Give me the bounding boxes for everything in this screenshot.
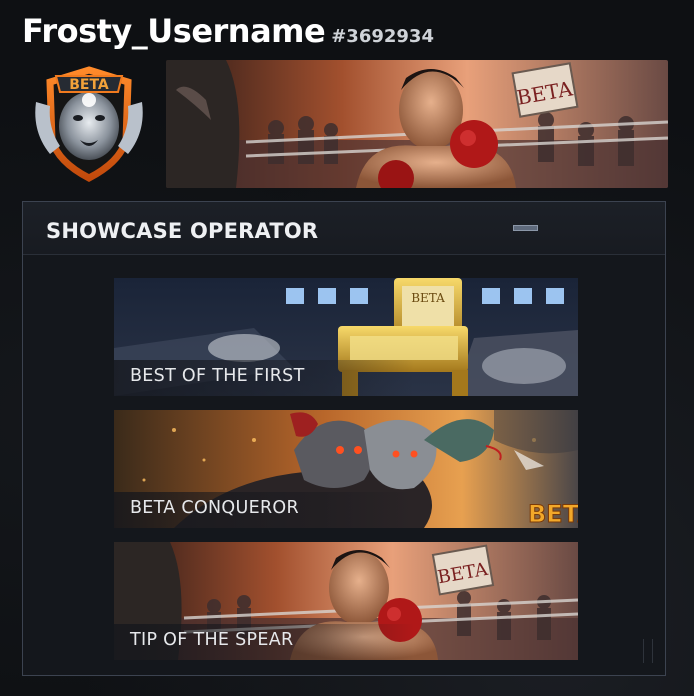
- svg-text:BETA: BETA: [69, 77, 109, 93]
- svg-text:BETA: BETA: [528, 500, 578, 528]
- boxer-banner-art: BETA: [166, 60, 668, 188]
- card-label-bg: BEST OF THE FIRST: [114, 360, 414, 396]
- showcase-card-beta-conqueror[interactable]: BETA BETA CONQUEROR: [114, 410, 578, 528]
- beta-badge: BETA: [528, 500, 579, 529]
- lion-emblem-icon: BETA: [35, 66, 143, 182]
- minimize-icon[interactable]: [513, 225, 538, 231]
- user-tag: #3692934: [331, 26, 434, 47]
- showcase-card-tip-of-the-spear[interactable]: BETA TIP OF THE SPEAR: [114, 542, 578, 660]
- card-label-bg: BETA CONQUEROR: [114, 492, 414, 528]
- player-emblem[interactable]: BETA: [30, 62, 148, 184]
- card-label: BETA CONQUEROR: [130, 498, 299, 518]
- profile-banner[interactable]: BETA: [166, 60, 668, 188]
- card-label: BEST OF THE FIRST: [130, 366, 305, 386]
- profile-header: Frosty_Username #3692934: [22, 12, 434, 50]
- panel-corner-decoration: [643, 639, 653, 663]
- showcase-panel: SHOWCASE OPERATOR BETA BEST OF THE FIRST…: [22, 201, 666, 676]
- username: Frosty_Username: [22, 12, 326, 50]
- svg-text:BETA: BETA: [411, 291, 445, 305]
- card-label: TIP OF THE SPEAR: [130, 630, 294, 650]
- card-label-bg: TIP OF THE SPEAR: [114, 624, 414, 660]
- showcase-panel-header: SHOWCASE OPERATOR: [23, 202, 665, 255]
- showcase-title: SHOWCASE OPERATOR: [46, 219, 319, 243]
- showcase-card-best-of-the-first[interactable]: BETA BEST OF THE FIRST: [114, 278, 578, 396]
